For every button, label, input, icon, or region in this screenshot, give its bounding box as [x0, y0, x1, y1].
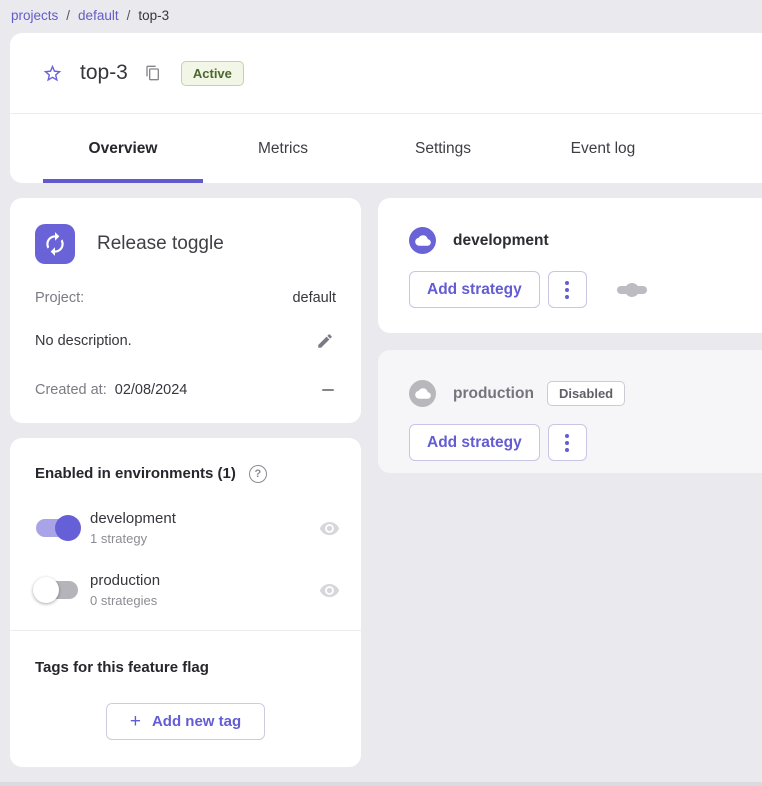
main-content: Release toggle Project: default No descr… [10, 198, 762, 767]
created-value: 02/08/2024 [115, 380, 188, 400]
panel-env-name: production [453, 385, 534, 403]
panel-header: production Disabled [409, 380, 762, 407]
breadcrumb-projects-link[interactable]: projects [11, 8, 58, 23]
status-badge: Active [181, 61, 244, 86]
add-tag-container: + Add new tag [10, 703, 361, 740]
breadcrumb-separator: / [66, 8, 70, 23]
env-strategy-count: 0 strategies [90, 592, 160, 609]
production-toggle[interactable] [33, 577, 81, 603]
env-strategy-count: 1 strategy [90, 530, 176, 547]
development-strategy-panel: development Add strategy [378, 198, 762, 333]
collapse-button[interactable] [320, 387, 336, 393]
description-row: No description. [35, 330, 336, 352]
add-new-tag-label: Add new tag [152, 713, 241, 730]
environments-card: Enabled in environments (1) ? developmen… [10, 438, 361, 767]
left-column: Release toggle Project: default No descr… [10, 198, 361, 767]
kebab-icon [565, 281, 569, 299]
pencil-icon [316, 332, 334, 350]
cloud-icon [415, 387, 431, 400]
panel-header: development [409, 227, 762, 254]
edit-description-button[interactable] [314, 330, 336, 352]
toggle-thumb [55, 515, 81, 541]
created-row: Created at: 02/08/2024 [35, 380, 336, 400]
toggle-type-row: Release toggle [35, 224, 336, 264]
copy-name-button[interactable] [144, 64, 162, 82]
production-strategy-panel: production Disabled Add strategy [378, 350, 762, 473]
copy-icon [145, 65, 161, 81]
plus-icon: + [130, 712, 141, 731]
panel-env-name: development [453, 232, 549, 250]
breadcrumb-separator: / [127, 8, 131, 23]
env-labels: development 1 strategy [90, 509, 176, 547]
project-label: Project: [35, 288, 84, 308]
eye-icon [319, 580, 340, 601]
env-labels: production 0 strategies [90, 571, 160, 609]
release-toggle-icon [35, 224, 75, 264]
panel-actions: Add strategy [409, 271, 762, 308]
card-divider [10, 630, 361, 631]
feature-title-row: top-3 Active [10, 33, 762, 113]
bottom-scrollbar[interactable] [0, 782, 762, 786]
minus-icon [322, 389, 334, 391]
favorite-button[interactable] [41, 62, 63, 84]
right-column: development Add strategy production Disa… [378, 198, 762, 473]
breadcrumb: projects / default / top-3 [0, 0, 762, 26]
disabled-badge: Disabled [547, 381, 625, 406]
panel-actions: Add strategy [409, 424, 762, 461]
page-title: top-3 [80, 61, 128, 85]
created-label: Created at: [35, 380, 107, 400]
development-env-icon [409, 227, 436, 254]
view-environment-button[interactable] [319, 580, 340, 601]
environment-menu-button[interactable] [548, 424, 587, 461]
feature-header-card: top-3 Active Overview Metrics Settings E… [10, 33, 762, 183]
breadcrumb-current: top-3 [138, 8, 169, 23]
toggle-thumb [33, 577, 59, 603]
breadcrumb-default-link[interactable]: default [78, 8, 119, 23]
env-name: production [90, 571, 160, 590]
tags-title: Tags for this feature flag [10, 659, 361, 677]
env-row-development: development 1 strategy [10, 507, 361, 549]
created-group: Created at: 02/08/2024 [35, 380, 187, 400]
tab-event-log[interactable]: Event log [523, 114, 683, 183]
project-row: Project: default [35, 288, 336, 308]
development-toggle[interactable] [33, 515, 81, 541]
environments-title: Enabled in environments (1) [35, 465, 236, 483]
kebab-icon [565, 434, 569, 452]
add-strategy-button[interactable]: Add strategy [409, 424, 540, 461]
environment-menu-button[interactable] [548, 271, 587, 308]
production-env-icon [409, 380, 436, 407]
add-strategy-button[interactable]: Add strategy [409, 271, 540, 308]
eye-icon [319, 518, 340, 539]
env-name: development [90, 509, 176, 528]
feature-overview-card: Release toggle Project: default No descr… [10, 198, 361, 423]
project-value: default [292, 288, 336, 308]
drag-handle-icon [617, 286, 647, 294]
help-icon[interactable]: ? [249, 465, 267, 483]
description-text: No description. [35, 331, 132, 351]
tab-metrics[interactable]: Metrics [203, 114, 363, 183]
cloud-icon [415, 234, 431, 247]
tab-bar: Overview Metrics Settings Event log [10, 114, 762, 183]
view-environment-button[interactable] [319, 518, 340, 539]
tab-overview[interactable]: Overview [43, 114, 203, 183]
toggle-type-label: Release toggle [97, 233, 224, 255]
tab-settings[interactable]: Settings [363, 114, 523, 183]
add-new-tag-button[interactable]: + Add new tag [106, 703, 265, 740]
star-icon [42, 63, 63, 84]
env-row-production: production 0 strategies [10, 569, 361, 611]
environments-title-row: Enabled in environments (1) ? [10, 465, 361, 483]
